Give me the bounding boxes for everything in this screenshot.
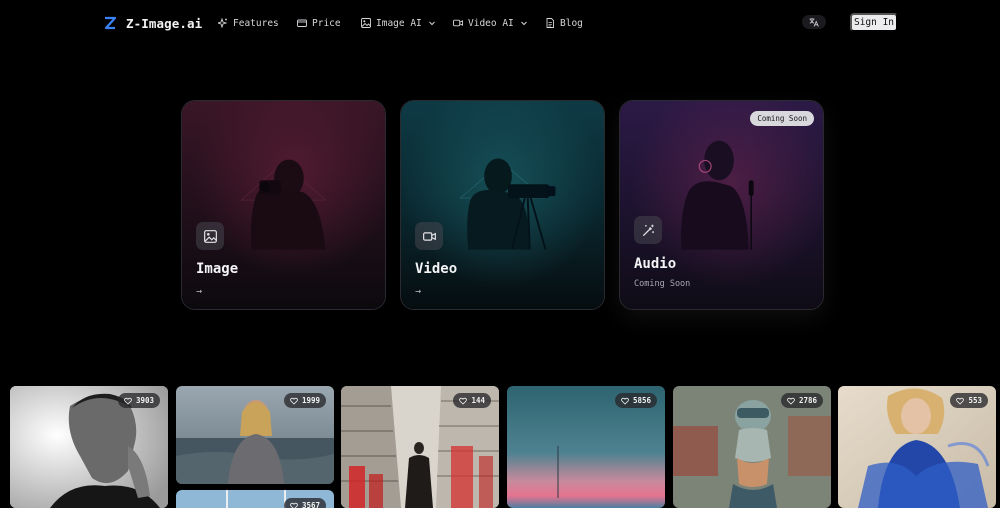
like-counter[interactable]: 553 [950,393,988,408]
sign-in-button[interactable]: Sign In [850,13,898,32]
gallery-tile-man-portrait[interactable]: 3903 [10,386,168,508]
credit-card-icon [297,19,307,27]
gallery-tile-street-scene[interactable]: 144 [341,386,499,508]
image-icon [361,18,371,28]
nav-video-ai[interactable]: Video AI [453,15,528,31]
heart-icon [459,397,468,405]
nav-image-ai[interactable]: Image AI [361,15,436,31]
heart-icon [124,397,132,405]
brand-link[interactable]: Z-Image.ai [104,13,202,33]
heart-icon [956,397,965,405]
nav-video-ai-label: Video AI [468,17,514,29]
z-logo-icon [104,16,116,30]
image-icon [203,229,217,243]
image-category-icon-box [196,222,224,250]
translate-icon [809,18,819,27]
heart-icon [290,397,298,405]
nav-price[interactable]: Price [297,15,341,31]
like-counter[interactable]: 144 [453,393,491,408]
document-icon [546,18,554,28]
category-title-video: Video [415,261,458,277]
heart-icon [621,397,629,405]
language-switcher[interactable] [802,15,826,29]
category-title-image: Image [196,261,239,277]
category-title-audio: Audio [634,256,677,272]
nav-price-label: Price [312,17,341,29]
category-subtitle-audio: Coming Soon [634,279,691,289]
sparkles-icon [218,18,228,28]
category-card-video[interactable]: Video → [400,100,605,310]
like-counter[interactable]: 1999 [283,393,326,408]
gallery-tile-sunset-sea[interactable]: 5856 [507,386,665,508]
nav-blog[interactable]: Blog [545,15,583,31]
category-card-audio[interactable]: Coming Soon Audio Coming Soon [619,100,824,310]
audio-category-icon-box [634,216,662,244]
like-count: 2786 [798,396,817,405]
like-counter[interactable]: 5856 [614,393,657,408]
like-count: 144 [471,396,485,405]
top-navbar: Z-Image.ai Features Price Image AI Video… [0,0,1000,46]
gallery-tile-woman-blue-dress[interactable]: 553 [838,386,996,508]
nav-image-ai-label: Image AI [376,17,422,29]
like-counter[interactable]: 3567 [283,498,326,508]
heart-icon [787,397,795,405]
nav-features-label: Features [233,17,279,29]
video-card-background [401,101,604,309]
chevron-down-icon [520,21,527,26]
like-count: 5856 [632,396,651,405]
gallery-tile-robot-woman[interactable]: 2786 [673,386,831,508]
arrow-right-icon: → [415,286,422,297]
magic-wand-icon [642,224,654,236]
coming-soon-badge: Coming Soon [750,111,814,126]
audio-card-background [620,101,823,309]
like-count: 553 [968,396,982,405]
like-count: 3567 [301,501,320,508]
like-count: 3903 [135,396,154,405]
video-category-icon-box [415,222,443,250]
like-counter[interactable]: 3903 [117,393,160,408]
chevron-down-icon [428,21,435,26]
gallery-tile-woman-seaside[interactable]: 1999 [176,386,334,484]
like-counter[interactable]: 2786 [780,393,823,408]
nav-blog-label: Blog [560,17,583,29]
video-icon [453,19,463,27]
image-card-background [182,101,385,309]
nav-features[interactable]: Features [218,15,279,31]
category-card-image[interactable]: Image → [181,100,386,310]
gallery-tile-sky-scene[interactable]: 3567 [176,490,334,508]
heart-icon [290,502,298,508]
arrow-right-icon: → [196,286,203,297]
like-count: 1999 [301,396,320,405]
brand-name: Z-Image.ai [126,15,203,31]
video-icon [422,231,436,241]
